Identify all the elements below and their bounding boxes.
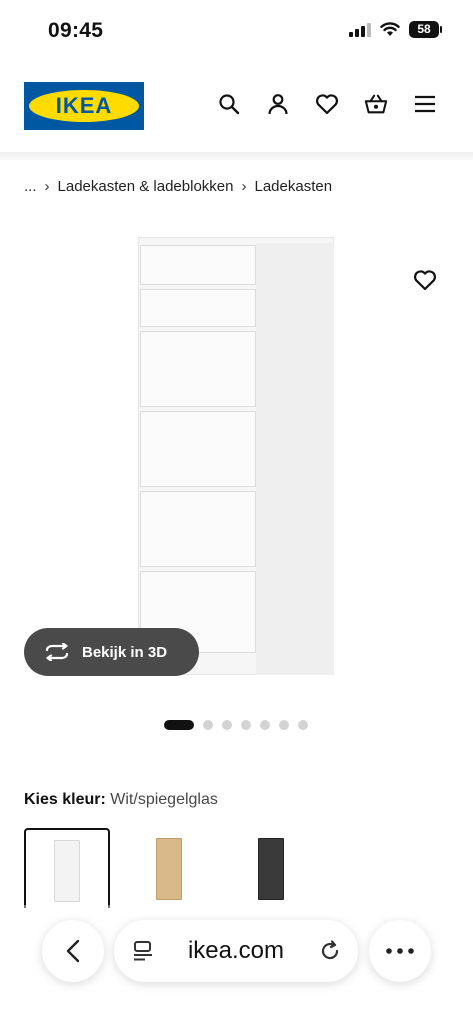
- menu-icon[interactable]: [413, 92, 437, 116]
- carousel-dot[interactable]: [260, 720, 270, 730]
- carousel-dot[interactable]: [279, 720, 289, 730]
- carousel-dot[interactable]: [298, 720, 308, 730]
- more-options-button[interactable]: [369, 920, 431, 982]
- battery-icon: 58: [409, 21, 442, 38]
- page-menu-icon: [134, 941, 152, 961]
- product-image-gallery[interactable]: Bekijk in 3D: [0, 215, 473, 705]
- address-bar[interactable]: ikea.com: [114, 920, 358, 982]
- site-header: IKEA: [0, 60, 473, 152]
- reload-icon[interactable]: [318, 939, 342, 963]
- add-to-favourites-button[interactable]: [405, 260, 445, 300]
- status-bar: 09:45 58: [0, 0, 473, 60]
- carousel-dot[interactable]: [241, 720, 251, 730]
- search-icon[interactable]: [217, 92, 241, 116]
- cellular-signal-icon: [349, 22, 371, 37]
- color-label-title: Kies kleur:: [24, 791, 106, 808]
- color-choice-label: Kies kleur: Wit/spiegelglas: [24, 791, 218, 809]
- swatch-thumbnail: [54, 840, 80, 902]
- breadcrumb-chevron-icon: ›: [241, 178, 247, 195]
- color-swatch-black-brown[interactable]: [228, 828, 314, 908]
- header-divider: [0, 152, 473, 160]
- logo-text: IKEA: [55, 93, 113, 118]
- carousel-dot[interactable]: [203, 720, 213, 730]
- ikea-logo[interactable]: IKEA: [24, 82, 144, 130]
- account-icon[interactable]: [266, 92, 290, 116]
- swatch-thumbnail: [258, 838, 284, 900]
- status-icons: 58: [349, 21, 442, 38]
- swatch-thumbnail: [156, 838, 182, 900]
- logo-oval: IKEA: [29, 90, 139, 122]
- product-image: [138, 237, 334, 675]
- breadcrumb-chevron-icon: ›: [44, 178, 50, 195]
- heart-icon: [413, 270, 437, 291]
- carousel-dot[interactable]: [222, 720, 232, 730]
- breadcrumb-item-ladekasten[interactable]: Ladekasten: [254, 178, 332, 195]
- breadcrumb-ellipsis[interactable]: ...: [24, 178, 37, 195]
- breadcrumb-item-ladekasten-ladeblokken[interactable]: Ladekasten & ladeblokken: [58, 178, 234, 195]
- url-text: ikea.com: [187, 937, 285, 964]
- header-icons: [217, 92, 437, 116]
- back-button[interactable]: [42, 920, 104, 982]
- shopping-basket-icon[interactable]: [364, 92, 388, 116]
- chevron-left-icon: [66, 939, 80, 963]
- rotate-3d-icon: [45, 643, 69, 661]
- wifi-icon: [380, 22, 400, 36]
- color-swatch-white[interactable]: [24, 828, 110, 908]
- color-swatches: [24, 828, 314, 908]
- view-in-3d-button[interactable]: Bekijk in 3D: [24, 628, 199, 676]
- view-in-3d-label: Bekijk in 3D: [82, 643, 168, 661]
- carousel-indicator: [164, 720, 308, 730]
- ellipsis-icon: [386, 948, 414, 954]
- status-time: 09:45: [48, 19, 104, 42]
- carousel-dot-active[interactable]: [164, 720, 194, 730]
- favourites-icon[interactable]: [315, 92, 339, 116]
- breadcrumb: ... › Ladekasten & ladeblokken › Ladekas…: [24, 178, 332, 195]
- browser-toolbar: ikea.com: [0, 905, 473, 1024]
- color-swatch-oak[interactable]: [126, 828, 212, 908]
- color-selected-value: Wit/spiegelglas: [110, 791, 218, 808]
